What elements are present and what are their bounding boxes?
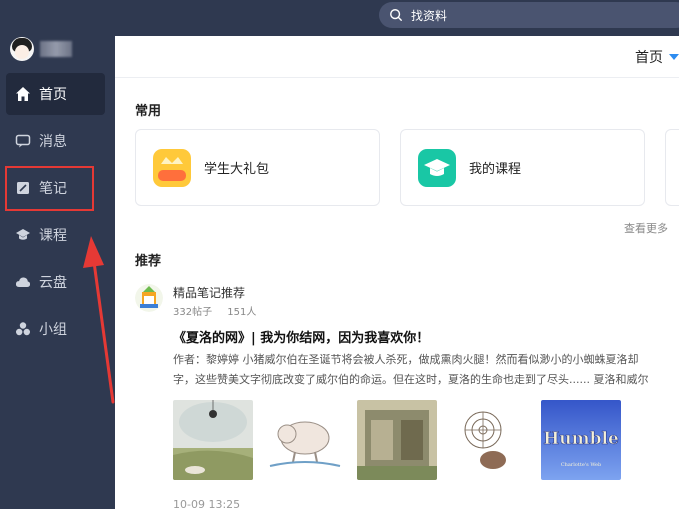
cloud-icon bbox=[15, 277, 31, 287]
avatar[interactable] bbox=[10, 37, 34, 61]
card-my-courses[interactable]: 我的课程 bbox=[400, 129, 645, 206]
course-icon bbox=[16, 229, 30, 240]
post-image-cover[interactable]: Humble Charlotte's Web bbox=[541, 400, 621, 480]
member-count: 151人 bbox=[227, 307, 257, 318]
home-dropdown-label: 首页 bbox=[635, 50, 663, 66]
home-icon bbox=[16, 87, 30, 101]
section-title-recommend: 推荐 bbox=[135, 254, 162, 269]
home-dropdown[interactable]: 首页 bbox=[635, 47, 679, 67]
post-image-barn[interactable] bbox=[357, 400, 437, 480]
post-title[interactable]: 《夏洛的网》| 我为你结网，因为我喜欢你！ bbox=[173, 327, 429, 346]
group-avatar[interactable] bbox=[135, 284, 163, 312]
message-icon bbox=[15, 134, 31, 148]
post-header: 精品笔记推荐 332帖子 151人 bbox=[135, 284, 268, 318]
gift-badge-icon bbox=[153, 148, 191, 187]
post-date: 10-09 13:25 bbox=[173, 498, 241, 509]
cover-title: Humble bbox=[543, 429, 619, 449]
sidebar-item-groups[interactable]: 小组 bbox=[6, 308, 105, 350]
post-body-line: 字，这些赞美文字彻底改变了威尔伯的命运。但在这时，夏洛的生命也走到了尽头....… bbox=[173, 373, 649, 386]
section-title-common: 常用 bbox=[135, 104, 162, 119]
top-bar: 找资料 bbox=[0, 0, 679, 36]
search-input[interactable]: 找资料 bbox=[411, 7, 447, 24]
content-header: 首页 bbox=[115, 36, 679, 78]
view-more-link[interactable]: 查看更多 bbox=[624, 220, 668, 236]
sidebar-item-label: 小组 bbox=[39, 322, 67, 338]
sidebar-item-label: 课程 bbox=[39, 228, 67, 244]
sidebar: 首页 消息 笔记 课程 云盘 小组 bbox=[0, 36, 115, 509]
sidebar-item-messages[interactable]: 消息 bbox=[6, 120, 105, 162]
username-blurred bbox=[40, 41, 72, 57]
search-box[interactable]: 找资料 bbox=[379, 2, 679, 28]
user-profile[interactable] bbox=[10, 36, 72, 62]
sidebar-item-label: 云盘 bbox=[39, 275, 67, 291]
card-student-gift[interactable]: 学生大礼包 bbox=[135, 129, 380, 206]
search-icon bbox=[390, 9, 402, 21]
sidebar-item-cloud[interactable]: 云盘 bbox=[6, 261, 105, 303]
post-image-pig[interactable] bbox=[265, 400, 345, 480]
card-label: 学生大礼包 bbox=[204, 162, 270, 177]
sidebar-item-label: 首页 bbox=[39, 87, 67, 103]
caret-down-icon bbox=[669, 54, 679, 60]
post-body[interactable]: 作者：黎婷婷 小猪威尔伯在圣诞节将会被人杀死，做成熏肉火腿！然而看似渺小的小蜘蛛… bbox=[173, 350, 679, 390]
post-image-spider[interactable] bbox=[173, 400, 253, 480]
post-images: Humble Charlotte's Web bbox=[173, 400, 633, 480]
post-body-line: 作者：黎婷婷 小猪威尔伯在圣诞节将会被人杀死，做成熏肉火腿！然而看似渺小的小蜘蛛… bbox=[173, 353, 639, 366]
post-stats: 332帖子 151人 bbox=[173, 303, 268, 318]
card-partial[interactable] bbox=[665, 129, 679, 206]
sidebar-item-label: 消息 bbox=[39, 134, 67, 150]
sidebar-item-courses[interactable]: 课程 bbox=[6, 214, 105, 256]
cover-subtitle: Charlotte's Web bbox=[561, 462, 601, 468]
post-image-web[interactable] bbox=[449, 400, 529, 480]
post-author[interactable]: 精品笔记推荐 bbox=[173, 284, 268, 301]
main-content: 首页 常用 学生大礼包 我的课程 查看更多 推荐 精品笔记推荐 332帖子 15… bbox=[115, 36, 679, 509]
graduation-cap-icon bbox=[418, 148, 456, 187]
annotation-highlight-box bbox=[5, 166, 94, 211]
card-label: 我的课程 bbox=[469, 162, 522, 177]
posts-count: 332帖子 bbox=[173, 307, 213, 318]
sidebar-item-home[interactable]: 首页 bbox=[6, 73, 105, 115]
group-icon bbox=[16, 322, 30, 336]
